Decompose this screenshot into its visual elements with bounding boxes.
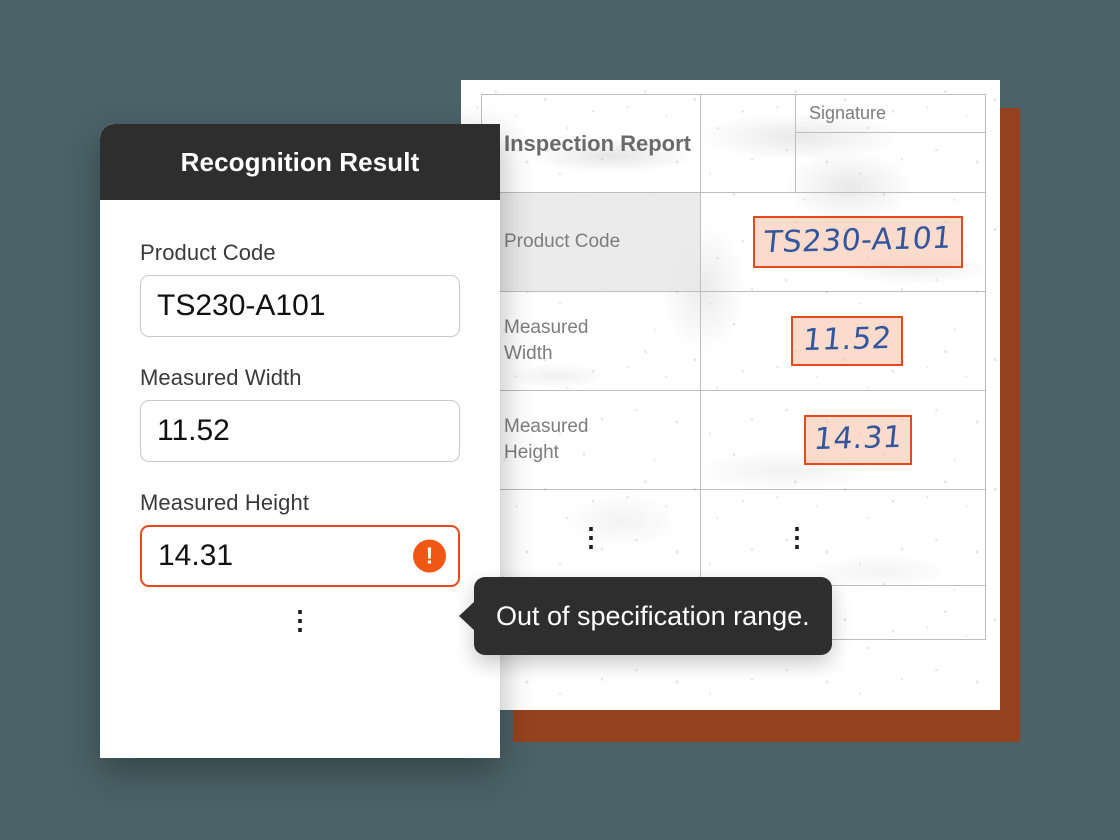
row-label-measured-height: Measured Height (481, 390, 701, 490)
input-measured-height-value: 14.31 (158, 539, 234, 572)
ocr-detection-box-measured-height[interactable]: 14.31 (803, 415, 913, 465)
ocr-detection-box-product-code[interactable]: TS230-A101 (753, 216, 963, 268)
field-label-measured-width: Measured Width (140, 365, 302, 390)
field-label-measured-height: Measured Height (140, 490, 310, 515)
field-measured-height: Measured Height 14.31 ! (140, 490, 460, 587)
row-label-product-code: Product Code (481, 192, 701, 292)
row-label-measured-width: Measured Width (481, 291, 701, 391)
validation-tooltip: Out of specification range. (459, 577, 832, 655)
panel-title: Recognition Result (180, 146, 420, 177)
row-value-measured-height: 14.31 (700, 390, 986, 490)
title-spacer-cell (700, 94, 796, 193)
continuation-dots-left: ⋮ (481, 489, 701, 586)
table-row-header-top: Inspection Report Signature (481, 94, 986, 193)
signature-column-header: Signature (795, 94, 986, 133)
panel-body: Product Code TS230-A101 Measured Width 1… (100, 200, 500, 633)
tooltip-arrow-icon (459, 601, 475, 631)
table-row-measured-width: Measured Width 11.52 (481, 291, 986, 391)
inspection-report-table: Inspection Report Signature Product Code… (481, 94, 986, 640)
row-value-measured-width: 11.52 (700, 291, 986, 391)
continuation-dots-right: ⋮ (700, 489, 986, 586)
document-title: Inspection Report (481, 94, 701, 193)
field-product-code: Product Code TS230-A101 (140, 240, 460, 337)
table-row-continuation: ⋮ ⋮ (481, 489, 986, 586)
field-measured-width: Measured Width 11.52 (140, 365, 460, 462)
field-label-product-code: Product Code (140, 240, 276, 265)
panel-header: Recognition Result (100, 124, 500, 200)
signature-value-cell (795, 132, 986, 193)
recognition-result-panel: Recognition Result Product Code TS230-A1… (100, 124, 500, 758)
row-value-product-code: TS230-A101 (700, 192, 986, 292)
exclamation-circle-icon[interactable]: ! (413, 539, 446, 573)
table-row-measured-height: Measured Height 14.31 (481, 390, 986, 490)
table-row-product-code: Product Code TS230-A101 (481, 192, 986, 292)
input-measured-width[interactable]: 11.52 (140, 400, 460, 462)
tooltip-message: Out of specification range. (496, 600, 810, 631)
panel-more-indicator[interactable]: ⋮ (140, 607, 460, 633)
ocr-detection-box-measured-width[interactable]: 11.52 (790, 316, 904, 366)
input-product-code[interactable]: TS230-A101 (140, 275, 460, 337)
input-measured-height[interactable]: 14.31 ! (140, 525, 460, 587)
